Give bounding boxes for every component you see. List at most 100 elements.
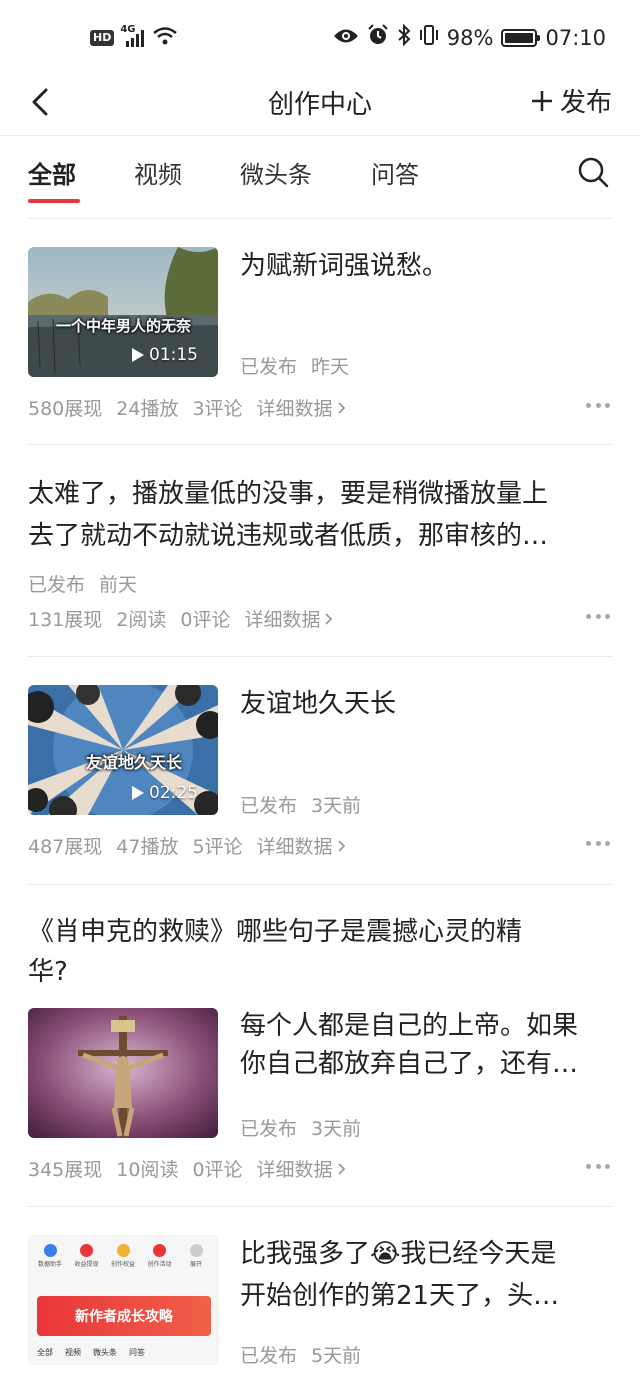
- question-title-line-1[interactable]: 《肖申克的救赎》哪些句子是震撼心灵的精: [28, 912, 522, 952]
- divider: [28, 656, 612, 657]
- item-meta: 已发布 3天前: [240, 1114, 361, 1141]
- divider: [28, 218, 612, 219]
- expand-icon: [189, 1244, 203, 1257]
- thumb-icon-label: 展开: [189, 1261, 202, 1268]
- item-title[interactable]: 为赋新词强说愁。: [240, 246, 448, 286]
- more-options-button[interactable]: [586, 401, 610, 409]
- item-title-line-1[interactable]: 太难了，播放量低的没事，要是稍微播放量上: [28, 474, 548, 514]
- publish-status: 已发布: [240, 356, 298, 378]
- item-title-line-2[interactable]: 开始创作的第21天了，头…: [240, 1276, 559, 1316]
- publish-status: 已发布: [240, 1118, 298, 1140]
- play-icon: [132, 786, 144, 800]
- detail-data-link[interactable]: 详细数据: [257, 1155, 347, 1182]
- thumb-icon-label: 数据助手: [37, 1261, 62, 1268]
- more-options-button[interactable]: [586, 612, 610, 620]
- item-stats: 345展现 10阅读 0评论 详细数据: [28, 1155, 347, 1182]
- thumb-tab: 微头条: [93, 1348, 117, 1357]
- screenshot-thumbnail[interactable]: 数据助手 收益提现 创作权益 创作活动 展开 新作者成长攻略 全部 视频 微头条…: [28, 1235, 218, 1365]
- thumbnail-caption: 一个中年男人的无奈: [56, 317, 192, 335]
- publish-time: 3天前: [311, 1118, 362, 1140]
- publish-time: 昨天: [311, 356, 350, 378]
- item-meta: 已发布 3天前: [240, 791, 361, 818]
- divider: [28, 1206, 612, 1207]
- item-title-line-1[interactable]: 比我强多了😭我已经今天是: [240, 1234, 556, 1274]
- status-bar: HD 4G 98% 07:10: [0, 0, 640, 72]
- thumb-tabs: 全部 视频 微头条 问答: [37, 1347, 211, 1358]
- data-assistant-icon: [43, 1244, 57, 1257]
- item-stats: 580展现 24播放 3评论 详细数据: [28, 394, 347, 421]
- thumb-tab: 问答: [129, 1348, 145, 1357]
- battery-fill: [505, 32, 533, 43]
- chevron-right-icon: [337, 401, 345, 414]
- tab-video[interactable]: 视频: [134, 155, 182, 190]
- thumb-icon-item: 创作活动: [143, 1244, 177, 1268]
- answer-thumbnail[interactable]: [28, 1008, 218, 1138]
- chevron-right-icon: [337, 1162, 345, 1175]
- thumb-banner-text: 新作者成长攻略: [75, 1309, 173, 1325]
- thumb-icon-label: 创作活动: [147, 1261, 172, 1268]
- thumbnail-image: [28, 1008, 218, 1138]
- play-icon: [132, 348, 144, 362]
- publish-button[interactable]: 发布: [530, 82, 612, 119]
- detail-data-link[interactable]: 详细数据: [244, 605, 334, 632]
- thumb-icon-item: 数据助手: [33, 1244, 67, 1268]
- item-title[interactable]: 友谊地久天长: [240, 684, 396, 724]
- answer-excerpt-line-2[interactable]: 你自己都放弃自己了，还有…: [240, 1044, 578, 1084]
- question-title-line-2[interactable]: 华?: [28, 952, 68, 992]
- signal-icon: 4G: [120, 24, 146, 48]
- detail-data-label: 详细数据: [244, 609, 321, 631]
- duration-label: 01:15: [149, 345, 198, 365]
- thumb-tab: 视频: [65, 1348, 81, 1357]
- impressions-stat: 131展现: [28, 609, 103, 631]
- thumb-icon-item: 展开: [179, 1244, 213, 1268]
- impressions-stat: 580展现: [28, 398, 103, 420]
- video-thumbnail[interactable]: 友谊地久天长 02:25: [28, 685, 218, 815]
- thumb-icon-label: 收益提现: [74, 1261, 99, 1268]
- divider: [28, 884, 612, 885]
- app-header: 创作中心 发布: [0, 72, 640, 136]
- tab-all[interactable]: 全部: [28, 155, 76, 190]
- thumb-icon-row: 数据助手 收益提现 创作权益 创作活动 展开: [33, 1244, 213, 1268]
- search-button[interactable]: [576, 155, 610, 189]
- detail-data-label: 详细数据: [256, 836, 333, 858]
- alarm-icon: [367, 24, 389, 51]
- item-meta: 已发布 昨天: [240, 352, 349, 379]
- chevron-right-icon: [325, 612, 333, 625]
- vibrate-icon: [419, 24, 439, 51]
- thumbnail-caption: 友谊地久天长: [86, 753, 183, 772]
- more-options-button[interactable]: [586, 839, 610, 847]
- tab-micro-headline[interactable]: 微头条: [240, 155, 312, 190]
- search-icon: [578, 157, 609, 188]
- battery-icon: [501, 28, 541, 47]
- detail-data-link[interactable]: 详细数据: [257, 832, 347, 859]
- publish-time: 5天前: [311, 1345, 362, 1367]
- earnings-icon: [80, 1244, 93, 1257]
- wifi-icon: [152, 26, 178, 50]
- bluetooth-icon: [397, 23, 411, 51]
- item-stats: 131展现 2阅读 0评论 详细数据: [28, 605, 334, 632]
- detail-data-label: 详细数据: [256, 1159, 333, 1181]
- thumb-tab: 全部: [37, 1348, 53, 1357]
- answer-excerpt-line-1[interactable]: 每个人都是自己的上帝。如果: [240, 1006, 578, 1046]
- plays-stat: 47播放: [116, 836, 179, 858]
- item-title-line-2[interactable]: 去了就动不动就说违规或者低质，那审核的…: [28, 516, 548, 556]
- thumb-icon-item: 创作权益: [106, 1244, 140, 1268]
- publish-label: 发布: [559, 88, 612, 118]
- publish-time: 3天前: [311, 795, 362, 817]
- item-meta: 已发布 前天: [28, 570, 137, 597]
- eye-icon: [333, 26, 359, 50]
- thumb-banner: 新作者成长攻略: [37, 1296, 211, 1336]
- more-options-button[interactable]: [586, 1162, 610, 1170]
- plays-stat: 24播放: [116, 398, 179, 420]
- detail-data-link[interactable]: 详细数据: [257, 394, 347, 421]
- chevron-right-icon: [337, 839, 345, 852]
- comments-stat: 0评论: [180, 609, 231, 631]
- status-left: HD 4G: [90, 24, 178, 50]
- tab-qa[interactable]: 问答: [371, 155, 419, 190]
- detail-data-label: 详细数据: [256, 398, 333, 420]
- video-thumbnail[interactable]: 一个中年男人的无奈 01:15: [28, 247, 218, 377]
- activity-icon: [153, 1244, 166, 1257]
- publish-status: 已发布: [28, 574, 86, 596]
- item-meta: 已发布 5天前: [240, 1341, 361, 1368]
- hd-badge: HD: [90, 30, 115, 46]
